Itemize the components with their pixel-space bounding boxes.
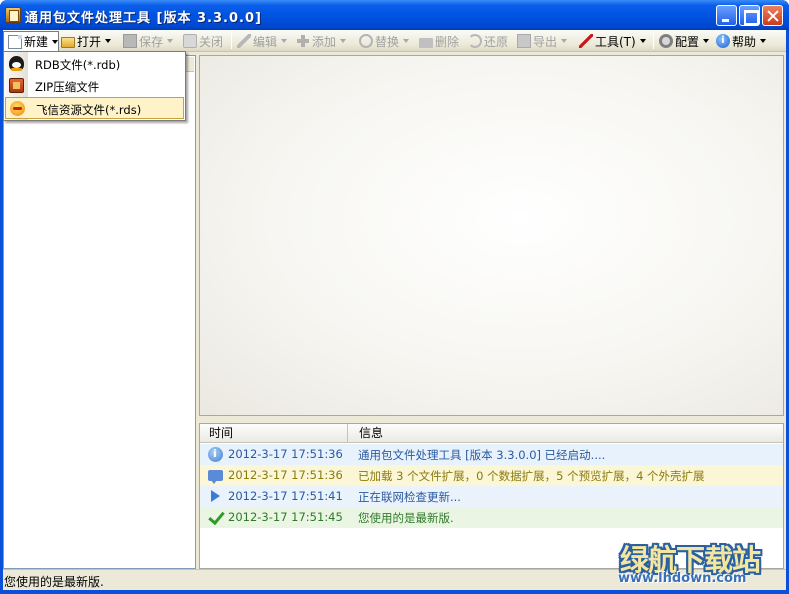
new-file-dropdown-menu: RDB文件(*.rdb) ZIP压缩文件 飞信资源文件(*.rds): [3, 51, 186, 121]
export-button-label: 导出: [533, 34, 558, 49]
delete-button-label: 删除: [435, 34, 460, 49]
add-button[interactable]: 添加: [296, 31, 347, 51]
delete-button[interactable]: 删除: [419, 31, 459, 51]
site-watermark: 绿航下载站 www.lhdown.com: [610, 537, 786, 589]
add-button-label: 添加: [312, 34, 337, 49]
new-file-icon: [8, 34, 22, 49]
chevron-down-icon: [281, 39, 288, 43]
app-window: 通用包文件处理工具 [版本 3.3.0.0] 新建 打开 保存 关闭 编辑 添加…: [0, 0, 789, 594]
status-text: 您使用的是最新版.: [4, 575, 104, 589]
chevron-down-icon: [561, 39, 568, 43]
log-time: 2012-3-17 17:51:45: [228, 510, 343, 524]
help-button-label: 帮助: [732, 34, 757, 49]
window-title: 通用包文件处理工具 [版本 3.3.0.0]: [25, 11, 262, 26]
restore-icon: [468, 34, 482, 48]
title-bar[interactable]: 通用包文件处理工具 [版本 3.3.0.0]: [0, 0, 789, 30]
chevron-down-icon: [760, 39, 767, 43]
toolbar: 新建 打开 保存 关闭 编辑 添加 替换 删除 还原 导出 工具(T) 配置 i…: [3, 30, 786, 52]
menu-item-label: ZIP压缩文件: [35, 80, 100, 94]
toolbar-separator: [231, 33, 232, 49]
maximize-button[interactable]: [739, 5, 760, 26]
close-file-button[interactable]: 关闭: [183, 31, 223, 51]
app-package-icon: [5, 7, 21, 23]
config-menu-button[interactable]: 配置: [659, 31, 710, 51]
menu-item-label: 飞信资源文件(*.rds): [36, 103, 142, 117]
chevron-down-icon: [52, 39, 59, 44]
replace-button[interactable]: 替换: [359, 31, 410, 51]
save-button[interactable]: 保存: [123, 31, 174, 51]
info-icon: [208, 447, 223, 462]
menu-item-rdb-file[interactable]: RDB文件(*.rdb): [5, 53, 184, 75]
log-time: 2012-3-17 17:51:36: [228, 468, 343, 482]
log-time: 2012-3-17 17:51:41: [228, 489, 343, 503]
log-column-time[interactable]: 时间: [200, 424, 348, 443]
message-icon: [208, 470, 223, 484]
pencil-icon: [237, 34, 251, 48]
zip-archive-icon: [9, 78, 24, 93]
restore-button[interactable]: 还原: [468, 31, 508, 51]
play-icon: [208, 489, 223, 504]
tools-icon: [579, 34, 593, 48]
save-button-label: 保存: [139, 34, 164, 49]
replace-button-label: 替换: [375, 34, 400, 49]
log-row[interactable]: 2012-3-17 17:51:45 您使用的是最新版.: [200, 507, 783, 528]
new-button-label: 新建: [24, 35, 49, 49]
log-header: 时间 信息: [200, 424, 783, 443]
log-message: 已加载 3 个文件扩展，0 个数据扩展，5 个预览扩展，4 个外壳扩展: [358, 469, 705, 483]
chevron-down-icon: [340, 39, 347, 43]
checkmark-icon: [208, 510, 223, 525]
log-row[interactable]: 2012-3-17 17:51:41 正在联网检查更新...: [200, 486, 783, 507]
log-message: 您使用的是最新版.: [358, 511, 454, 525]
close-file-icon: [183, 34, 197, 48]
edit-button[interactable]: 编辑: [237, 31, 288, 51]
log-message: 正在联网检查更新...: [358, 490, 461, 504]
restore-button-label: 还原: [484, 34, 509, 49]
save-icon: [123, 34, 137, 48]
open-button-label: 打开: [77, 34, 102, 49]
chevron-down-icon: [167, 39, 174, 43]
watermark-url: www.lhdown.com: [618, 571, 747, 586]
export-button[interactable]: 导出: [517, 31, 568, 51]
file-tree-panel[interactable]: [3, 55, 196, 569]
log-row[interactable]: 2012-3-17 17:51:36 通用包文件处理工具 [版本 3.3.0.0…: [200, 444, 783, 465]
open-button[interactable]: 打开: [61, 31, 112, 51]
gear-icon: [659, 34, 673, 48]
log-row[interactable]: 2012-3-17 17:51:36 已加载 3 个文件扩展，0 个数据扩展，5…: [200, 465, 783, 486]
toolbar-separator: [653, 33, 654, 49]
delete-icon: [419, 37, 433, 48]
plus-icon: [296, 34, 310, 48]
close-window-button[interactable]: [762, 5, 783, 26]
export-icon: [517, 34, 531, 48]
folder-open-icon: [61, 36, 75, 48]
close-file-button-label: 关闭: [199, 34, 224, 49]
menu-item-label: RDB文件(*.rdb): [35, 58, 121, 72]
new-button[interactable]: 新建: [3, 31, 59, 51]
preview-panel[interactable]: [199, 55, 784, 416]
minimize-button[interactable]: [716, 5, 737, 26]
help-icon: i: [716, 34, 730, 48]
chevron-down-icon: [703, 39, 710, 43]
log-column-message[interactable]: 信息: [349, 424, 383, 443]
chevron-down-icon: [105, 39, 112, 43]
fetion-icon: [10, 101, 25, 116]
qq-penguin-icon: [9, 56, 24, 71]
chevron-down-icon: [403, 39, 410, 43]
log-message: 通用包文件处理工具 [版本 3.3.0.0] 已经启动....: [358, 448, 606, 462]
replace-icon: [359, 34, 373, 48]
help-menu-button[interactable]: i 帮助: [716, 31, 767, 51]
log-time: 2012-3-17 17:51:36: [228, 447, 343, 461]
menu-item-fetion-resource-file[interactable]: 飞信资源文件(*.rds): [5, 97, 184, 119]
tools-menu-button[interactable]: 工具(T): [579, 31, 646, 51]
edit-button-label: 编辑: [253, 34, 278, 49]
tools-button-label: 工具(T): [595, 34, 636, 49]
menu-item-zip-file[interactable]: ZIP压缩文件: [5, 75, 184, 97]
config-button-label: 配置: [675, 34, 700, 49]
chevron-down-icon: [639, 39, 646, 43]
